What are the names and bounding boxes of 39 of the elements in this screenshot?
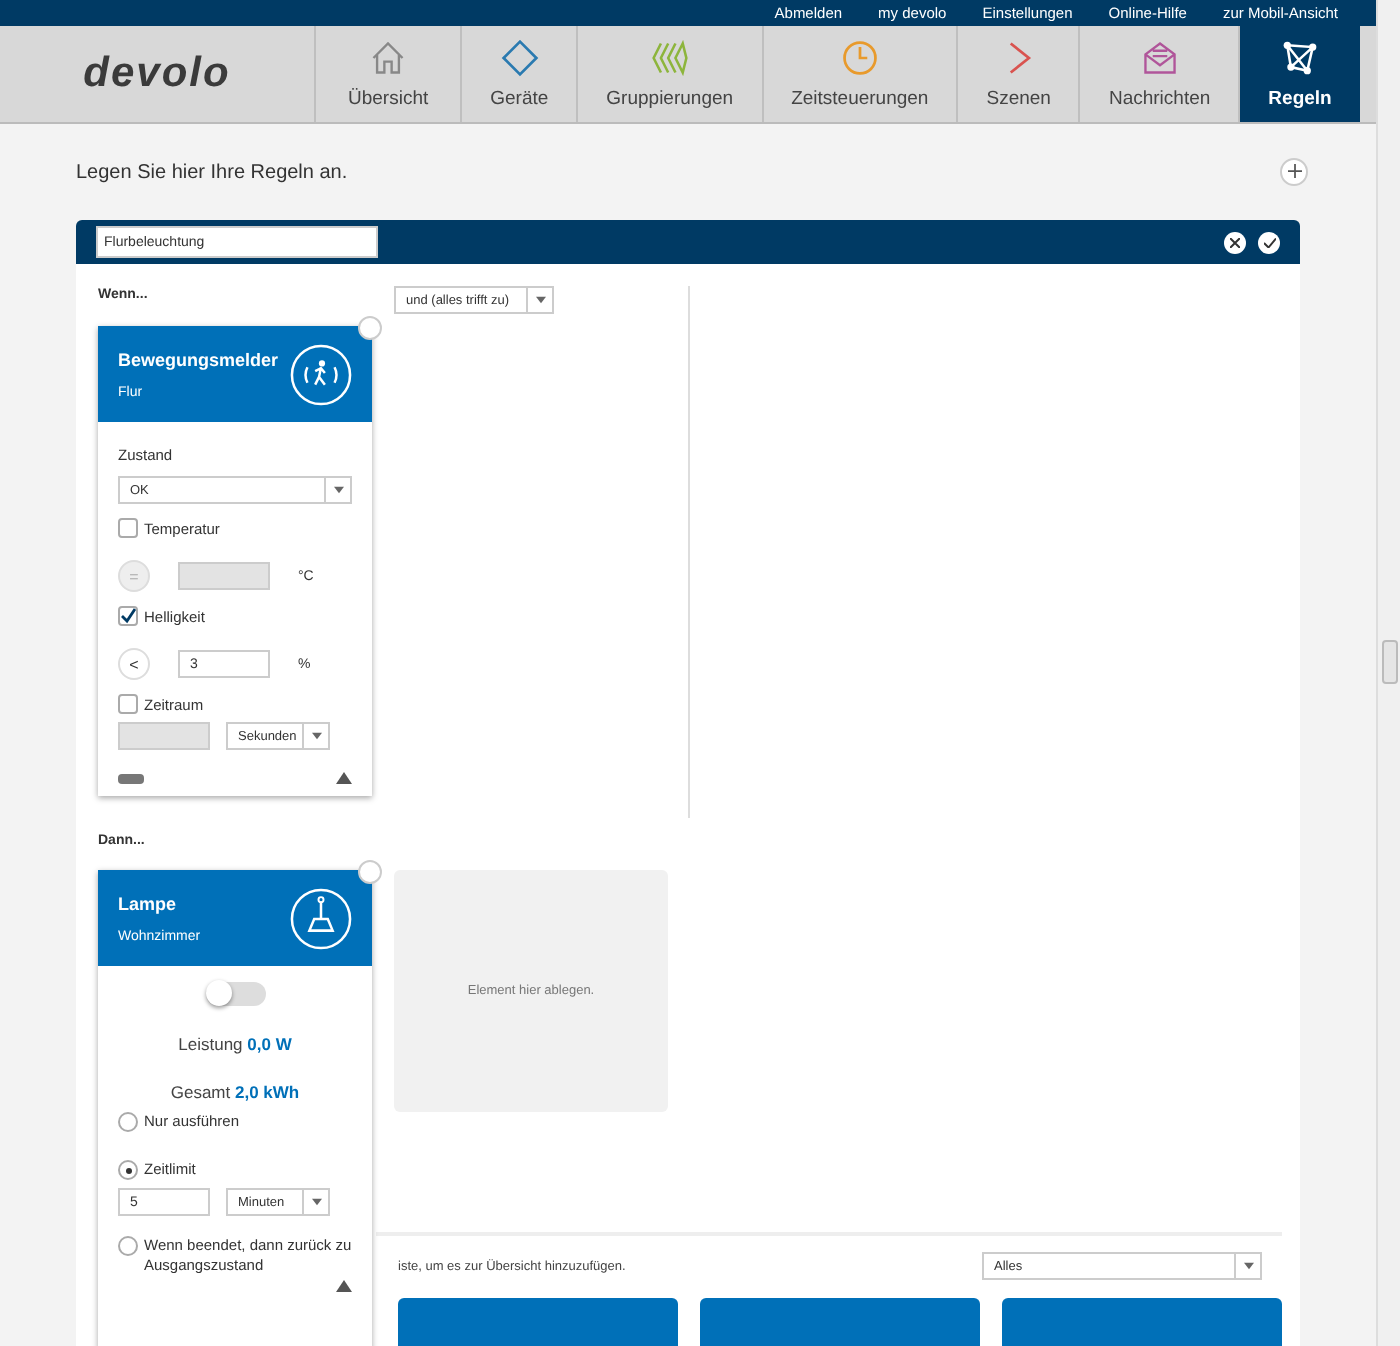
chevrons-icon <box>649 38 690 78</box>
toggle-switch[interactable] <box>205 982 265 1006</box>
walking-person-icon <box>290 343 352 405</box>
envelope-icon <box>1139 38 1180 78</box>
close-icon <box>1230 237 1240 247</box>
card-title: Bewegungsmelder <box>118 349 279 369</box>
checkbox[interactable] <box>118 518 138 538</box>
checkmark-icon <box>1263 237 1275 247</box>
radio-button[interactable] <box>118 1236 138 1256</box>
lamp-icon <box>290 887 352 949</box>
radio-button[interactable] <box>118 1160 138 1180</box>
nav-tab[interactable]: Szenen <box>956 26 1079 122</box>
close-button[interactable] <box>1224 231 1246 253</box>
network-icon <box>1280 38 1321 78</box>
house-icon <box>368 38 409 78</box>
checkbox[interactable] <box>118 606 138 626</box>
confirm-button[interactable] <box>1258 231 1280 253</box>
scrollbar[interactable] <box>1376 0 1400 1346</box>
device-tile[interactable] <box>700 1298 980 1346</box>
device-tile[interactable] <box>1002 1298 1282 1346</box>
operator-button[interactable]: < <box>118 648 150 680</box>
intro-text: Legen Sie hier Ihre Regeln an. <box>76 161 348 183</box>
collapse-icon[interactable] <box>336 1279 352 1291</box>
clock-icon <box>839 38 880 78</box>
power-reading: Leistung 0,0 W <box>176 1034 294 1054</box>
checkbox[interactable] <box>118 694 138 714</box>
device-tile[interactable] <box>398 1298 678 1346</box>
value-field[interactable] <box>178 562 270 590</box>
collapse-icon[interactable] <box>336 772 352 784</box>
diamond-icon <box>499 38 540 78</box>
collapse-handle[interactable] <box>118 773 144 783</box>
radio-button[interactable] <box>118 1112 138 1132</box>
plus-icon <box>1287 164 1301 178</box>
nav-tab[interactable]: Regeln <box>1238 26 1360 122</box>
value-field[interactable] <box>118 722 210 750</box>
add-button[interactable] <box>1280 158 1308 186</box>
card-title: Lampe <box>118 893 179 913</box>
logo[interactable]: devolo <box>0 26 314 122</box>
energy-reading: Gesamt 2,0 kWh <box>168 1082 302 1102</box>
